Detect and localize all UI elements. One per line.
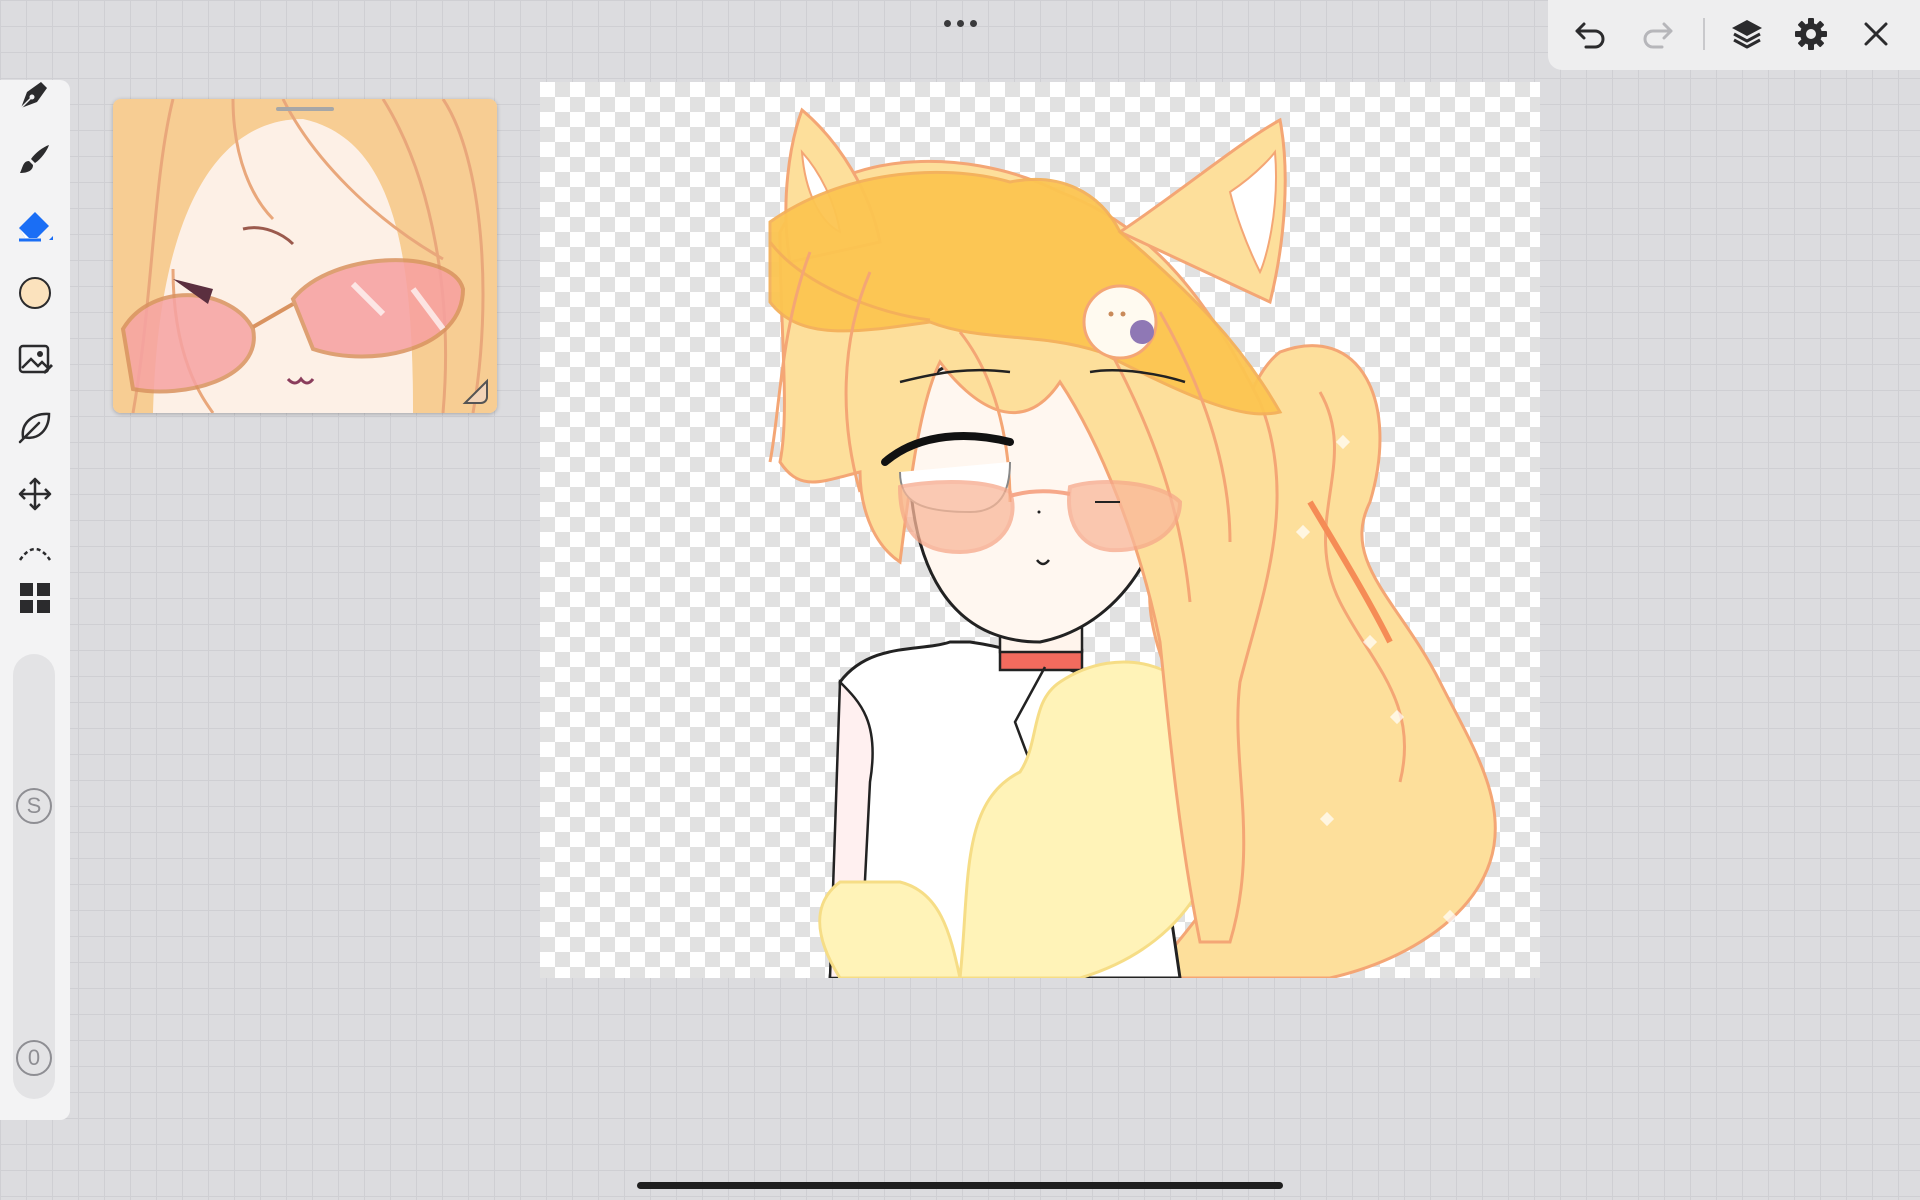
- resize-handle-icon[interactable]: [461, 377, 491, 407]
- eraser-icon: [19, 212, 53, 242]
- move-arrows-icon: [18, 477, 52, 511]
- more-options-button[interactable]: [935, 12, 985, 34]
- close-button[interactable]: [1856, 14, 1896, 54]
- brush-tool[interactable]: [9, 133, 61, 185]
- reference-panel[interactable]: [113, 99, 497, 413]
- gear-icon: [1795, 18, 1827, 50]
- toolbar-divider: [1703, 18, 1705, 50]
- redo-button[interactable]: [1638, 14, 1678, 54]
- curve-tool[interactable]: [9, 526, 61, 578]
- left-toolbar: S 0: [0, 80, 70, 1120]
- eraser-tool[interactable]: [9, 200, 61, 252]
- pen-tool[interactable]: [9, 68, 61, 120]
- drawing-canvas[interactable]: [540, 82, 1540, 978]
- panels-button[interactable]: [9, 572, 61, 624]
- canvas-artwork: [768, 107, 1497, 978]
- more-horizontal-icon: [943, 19, 951, 27]
- size-label: S: [16, 788, 52, 824]
- lasso-tool[interactable]: [9, 401, 61, 453]
- home-indicator[interactable]: [637, 1182, 1283, 1189]
- opacity-slider[interactable]: 0: [13, 887, 55, 1099]
- image-tool[interactable]: [9, 334, 61, 386]
- settings-button[interactable]: [1791, 14, 1831, 54]
- redo-icon: [1643, 22, 1673, 49]
- top-toolbar: [1548, 0, 1920, 70]
- transform-tool[interactable]: [9, 468, 61, 520]
- layers-icon: [1732, 20, 1762, 49]
- color-swatch-icon: [19, 277, 51, 309]
- grid-panels-icon: [20, 583, 50, 613]
- curve-icon: [18, 547, 52, 561]
- undo-icon: [1575, 22, 1605, 49]
- lasso-leaf-icon: [18, 412, 51, 444]
- reference-image: [113, 99, 497, 413]
- undo-button[interactable]: [1570, 14, 1610, 54]
- close-icon: [1864, 22, 1888, 46]
- image-icon: [18, 344, 53, 374]
- reference-drag-handle[interactable]: [276, 107, 334, 111]
- brush-icon: [20, 145, 49, 173]
- color-picker-button[interactable]: [9, 267, 61, 319]
- pen-nib-icon: [20, 82, 47, 109]
- opacity-label: 0: [16, 1040, 52, 1076]
- layers-button[interactable]: [1727, 14, 1767, 54]
